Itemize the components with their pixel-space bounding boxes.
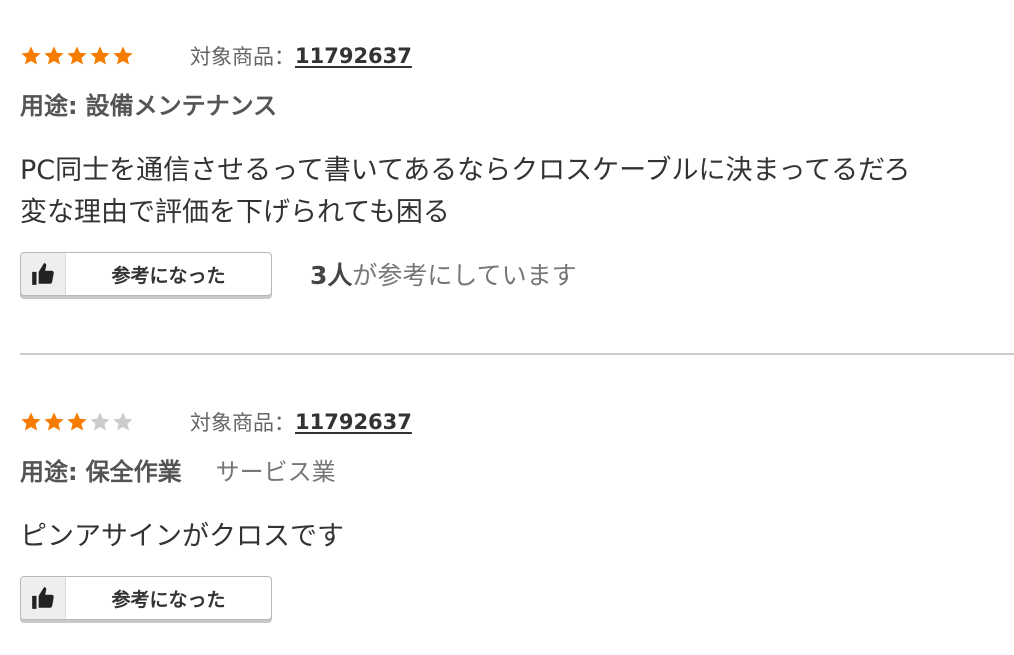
product-id-link[interactable]: 11792637 <box>295 410 412 434</box>
helpful-count-text: が参考にしています <box>352 261 577 290</box>
helpful-row: 参考になった 3人が参考にしています <box>20 252 577 296</box>
industry-label: サービス業 <box>215 457 336 486</box>
helpful-row: 参考になった <box>20 576 272 620</box>
review-meta: 対象商品： 11792637 <box>20 406 412 438</box>
star-empty-icon <box>89 411 111 433</box>
product-id-link[interactable]: 11792637 <box>295 44 412 68</box>
usage-row: 用途: 設備メンテナンス <box>20 86 277 120</box>
review-divider <box>20 353 1014 355</box>
review-meta: 対象商品： 11792637 <box>20 40 412 72</box>
usage-row: 用途: 保全作業 サービス業 <box>20 452 336 486</box>
star-filled-icon <box>43 45 65 67</box>
star-rating <box>20 411 190 433</box>
review-comment: ピンアサインがクロスです <box>20 516 344 558</box>
helpful-count: 3人が参考にしています <box>310 256 577 292</box>
usage-value: 設備メンテナンス <box>85 91 278 120</box>
review-comment: PC同士を通信させるって書いてあるならクロスケーブルに決まってるだろ 変な理由で… <box>20 150 911 234</box>
star-filled-icon <box>20 411 42 433</box>
comment-line: 変な理由で評価を下げられても困る <box>20 197 450 228</box>
star-filled-icon <box>66 411 88 433</box>
product-label: 対象商品： <box>190 45 295 69</box>
star-filled-icon <box>20 45 42 67</box>
comment-line: ピンアサインがクロスです <box>20 521 344 552</box>
star-filled-icon <box>66 45 88 67</box>
helpful-button[interactable]: 参考になった <box>20 252 272 296</box>
helpful-button-label: 参考になった <box>111 264 226 287</box>
thumbs-up-icon <box>21 253 66 295</box>
helpful-button[interactable]: 参考になった <box>20 576 272 620</box>
product-label: 対象商品： <box>190 411 295 435</box>
star-rating <box>20 45 190 67</box>
helpful-count-number: 3人 <box>310 261 353 290</box>
thumbs-up-icon <box>21 577 66 619</box>
usage-value: 保全作業 <box>85 457 182 486</box>
comment-line: PC同士を通信させるって書いてあるならクロスケーブルに決まってるだろ <box>20 155 911 186</box>
helpful-button-label: 参考になった <box>111 588 226 611</box>
star-filled-icon <box>89 45 111 67</box>
usage-prefix: 用途: <box>20 91 78 120</box>
star-filled-icon <box>112 45 134 67</box>
star-filled-icon <box>43 411 65 433</box>
star-empty-icon <box>112 411 134 433</box>
usage-prefix: 用途: <box>20 457 78 486</box>
